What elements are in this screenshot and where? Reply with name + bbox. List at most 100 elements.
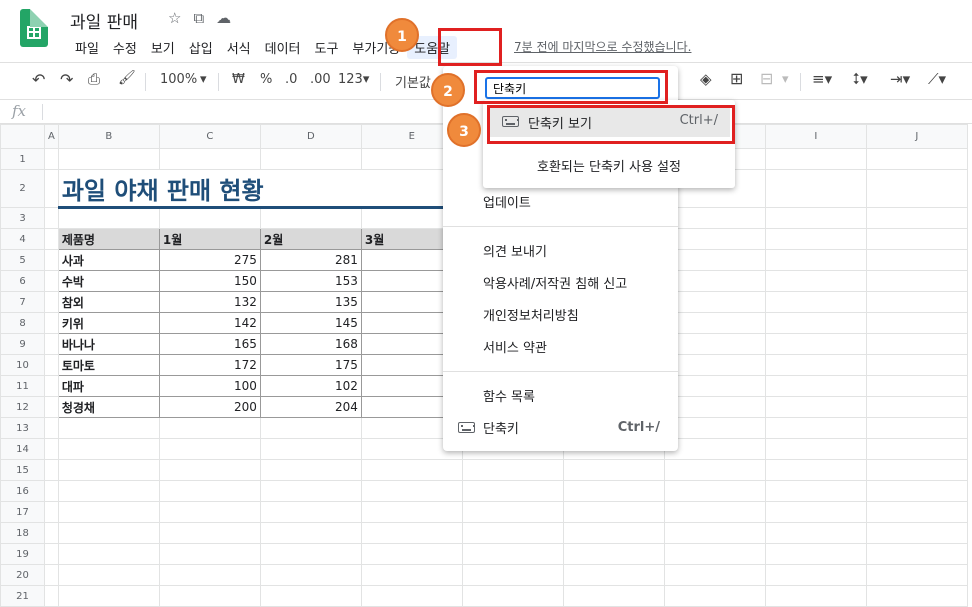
row-header[interactable]: 13: [0, 417, 45, 439]
cell[interactable]: [44, 543, 59, 565]
product-cell[interactable]: 키위: [57, 312, 160, 334]
cell[interactable]: [764, 438, 867, 460]
cell[interactable]: [663, 564, 766, 586]
column-header[interactable]: J: [865, 124, 968, 149]
row-header[interactable]: 18: [0, 522, 45, 544]
cell[interactable]: [865, 375, 968, 397]
cell[interactable]: [865, 312, 968, 334]
cell[interactable]: [865, 543, 968, 565]
cell[interactable]: [562, 564, 665, 586]
cell[interactable]: [764, 417, 867, 439]
percent-button[interactable]: %: [260, 72, 272, 87]
cell[interactable]: [764, 312, 867, 334]
currency-button[interactable]: ₩: [232, 72, 245, 87]
cell[interactable]: [360, 501, 463, 523]
cell[interactable]: [865, 270, 968, 292]
cell[interactable]: [865, 480, 968, 502]
menu-view[interactable]: 보기: [144, 36, 182, 59]
product-cell[interactable]: 수박: [57, 270, 160, 292]
cell[interactable]: [44, 249, 59, 271]
cell[interactable]: [44, 417, 59, 439]
row-header[interactable]: 6: [0, 270, 45, 292]
compat-shortcuts-item[interactable]: 호환되는 단축키 사용 설정: [483, 156, 735, 175]
cell[interactable]: [764, 480, 867, 502]
cell[interactable]: [865, 291, 968, 313]
cell[interactable]: [259, 438, 362, 460]
cell[interactable]: [865, 333, 968, 355]
fill-color-icon[interactable]: ◈: [700, 70, 712, 88]
undo-icon[interactable]: ↶: [32, 70, 45, 89]
cell[interactable]: [663, 270, 766, 292]
cell[interactable]: [764, 228, 867, 250]
cell[interactable]: [865, 207, 968, 229]
cell[interactable]: [663, 333, 766, 355]
cell[interactable]: [158, 459, 261, 481]
cell[interactable]: [865, 501, 968, 523]
value-cell[interactable]: 102: [259, 375, 362, 397]
cell[interactable]: [764, 333, 867, 355]
cell[interactable]: [44, 354, 59, 376]
cell[interactable]: [44, 564, 59, 586]
value-cell[interactable]: 142: [158, 312, 261, 334]
cell[interactable]: [663, 522, 766, 544]
menu-insert[interactable]: 삽입: [182, 36, 220, 59]
cell[interactable]: [57, 543, 160, 565]
cell[interactable]: [865, 169, 968, 208]
cell[interactable]: [44, 291, 59, 313]
column-header[interactable]: C: [158, 124, 261, 149]
row-header[interactable]: 9: [0, 333, 45, 355]
cell[interactable]: [663, 354, 766, 376]
cell[interactable]: [764, 459, 867, 481]
cell[interactable]: [663, 543, 766, 565]
cell[interactable]: [57, 438, 160, 460]
cell[interactable]: [461, 522, 564, 544]
last-edit-link[interactable]: 7분 전에 마지막으로 수정했습니다.: [514, 38, 691, 55]
cell[interactable]: [764, 148, 867, 170]
cell[interactable]: [663, 417, 766, 439]
header-cell[interactable]: 제품명: [57, 228, 160, 250]
cell[interactable]: [764, 396, 867, 418]
product-cell[interactable]: 바나나: [57, 333, 160, 355]
row-header[interactable]: 8: [0, 312, 45, 334]
cell[interactable]: [44, 585, 59, 607]
sheet-title-cell[interactable]: 과일 야채 판매 현황: [57, 169, 463, 209]
value-cell[interactable]: 132: [158, 291, 261, 313]
cell[interactable]: [764, 169, 867, 208]
print-icon[interactable]: ⎙: [88, 70, 100, 88]
cell[interactable]: [44, 501, 59, 523]
row-header[interactable]: 14: [0, 438, 45, 460]
cell[interactable]: [360, 585, 463, 607]
cell[interactable]: [663, 459, 766, 481]
cell[interactable]: [44, 522, 59, 544]
cell[interactable]: [461, 480, 564, 502]
cell[interactable]: [259, 522, 362, 544]
cell[interactable]: [865, 459, 968, 481]
cell[interactable]: [865, 438, 968, 460]
cell[interactable]: [663, 312, 766, 334]
text-wrap-icon[interactable]: ⇥▾: [890, 70, 910, 88]
row-header[interactable]: 4: [0, 228, 45, 250]
header-cell[interactable]: 1월: [158, 228, 261, 250]
cell[interactable]: [57, 501, 160, 523]
cell[interactable]: [360, 522, 463, 544]
cell[interactable]: [663, 501, 766, 523]
menu-item-shortcuts[interactable]: 단축키: [483, 418, 519, 437]
cell[interactable]: [57, 207, 160, 229]
cell[interactable]: [865, 585, 968, 607]
cell[interactable]: [663, 228, 766, 250]
cell[interactable]: [57, 480, 160, 502]
value-cell[interactable]: 281: [259, 249, 362, 271]
cell[interactable]: [158, 207, 261, 229]
menu-item-privacy[interactable]: 개인정보처리방침: [483, 305, 579, 324]
cell[interactable]: [44, 375, 59, 397]
menu-item-feedback[interactable]: 의견 보내기: [483, 241, 547, 260]
vertical-align-icon[interactable]: ⭥▾: [852, 70, 868, 88]
cell[interactable]: [259, 501, 362, 523]
number-format-select[interactable]: 123▾: [338, 72, 369, 87]
cell[interactable]: [865, 396, 968, 418]
paint-format-icon[interactable]: 🖌: [118, 70, 136, 86]
product-cell[interactable]: 토마토: [57, 354, 160, 376]
cell[interactable]: [562, 459, 665, 481]
cell[interactable]: [44, 207, 59, 229]
document-title[interactable]: 과일 판매: [70, 8, 138, 33]
